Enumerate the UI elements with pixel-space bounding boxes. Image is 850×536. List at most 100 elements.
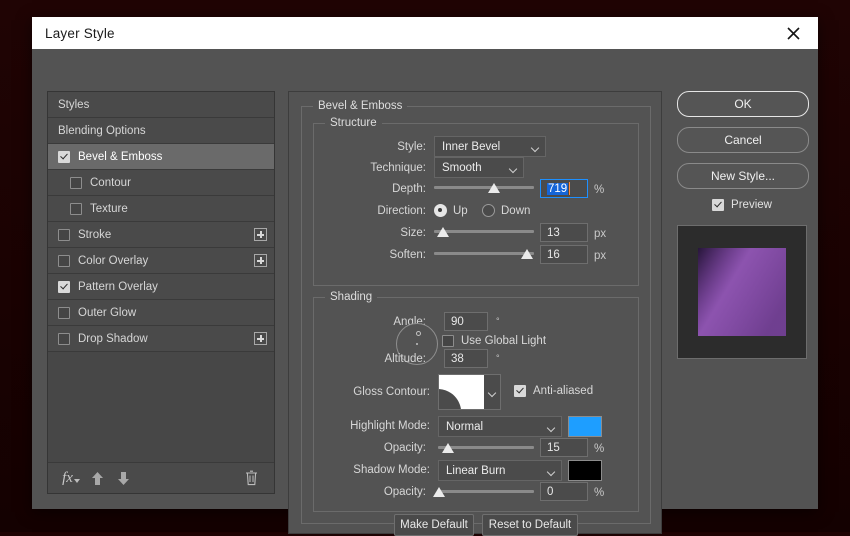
- size-label: Size:: [318, 222, 426, 244]
- checkbox-box: [712, 199, 724, 211]
- checkbox-box: [442, 335, 454, 347]
- highlight-color-swatch[interactable]: [568, 416, 602, 437]
- size-input[interactable]: 13: [540, 223, 588, 242]
- size-slider[interactable]: [434, 224, 534, 240]
- shadow-mode-select[interactable]: Linear Burn: [438, 460, 562, 481]
- direction-down-radio[interactable]: Down: [482, 204, 530, 217]
- gloss-contour-dropdown[interactable]: [484, 374, 501, 410]
- highlight-mode-value: Normal: [446, 421, 483, 433]
- sidebar-item-label: Bevel & Emboss: [78, 151, 162, 163]
- highlight-opacity-label: Opacity:: [318, 437, 426, 459]
- preview-label: Preview: [731, 199, 772, 211]
- add-stroke-icon[interactable]: [254, 228, 267, 241]
- dialog-body: Styles Blending Options Bevel & Emboss C…: [32, 49, 818, 509]
- style-select-value: Inner Bevel: [442, 141, 500, 153]
- shading-legend: Shading: [325, 291, 377, 303]
- delete-effect-icon[interactable]: [238, 467, 264, 489]
- size-slider-thumb[interactable]: [437, 227, 449, 237]
- sidebar-item-label: Blending Options: [58, 125, 146, 137]
- soften-slider[interactable]: [434, 246, 534, 262]
- technique-select-value: Smooth: [442, 162, 482, 174]
- direction-up-radio[interactable]: Up: [434, 204, 468, 217]
- sidebar-item-color-overlay[interactable]: Color Overlay: [48, 248, 274, 274]
- altitude-input[interactable]: 38: [444, 349, 488, 368]
- outer-glow-checkbox[interactable]: [58, 307, 70, 319]
- gloss-contour-preview[interactable]: [438, 374, 486, 410]
- soften-label: Soften:: [318, 244, 426, 266]
- altitude-unit: °: [496, 347, 500, 369]
- technique-select[interactable]: Smooth: [434, 157, 524, 178]
- pattern-overlay-checkbox[interactable]: [58, 281, 70, 293]
- angle-input[interactable]: 90: [444, 312, 488, 331]
- shading-fieldset: Shading Angle: 90 °: [313, 297, 639, 512]
- use-global-light-label: Use Global Light: [461, 335, 546, 347]
- sidebar-item-pattern-overlay[interactable]: Pattern Overlay: [48, 274, 274, 300]
- preview-checkbox[interactable]: Preview: [677, 199, 807, 211]
- bevel-emboss-panel: Bevel & Emboss Structure Style: Inner Be…: [288, 91, 662, 534]
- text-caret: [569, 182, 570, 195]
- sidebar-item-styles[interactable]: Styles: [48, 92, 274, 118]
- shadow-color-swatch[interactable]: [568, 460, 602, 481]
- fx-icon[interactable]: fx: [58, 467, 84, 489]
- highlight-opacity-thumb[interactable]: [442, 443, 454, 453]
- chevron-down-icon: [548, 469, 555, 473]
- highlight-opacity-slider[interactable]: [438, 440, 534, 456]
- checkbox-box: [514, 385, 526, 397]
- sidebar-item-texture[interactable]: Texture: [48, 196, 274, 222]
- depth-slider[interactable]: [434, 180, 534, 196]
- add-color-overlay-icon[interactable]: [254, 254, 267, 267]
- bevel-emboss-checkbox[interactable]: [58, 151, 70, 163]
- soften-slider-thumb[interactable]: [521, 249, 533, 259]
- gloss-contour-label: Gloss Contour:: [314, 381, 430, 403]
- use-global-light-checkbox[interactable]: Use Global Light: [442, 335, 546, 347]
- sidebar-item-bevel-emboss[interactable]: Bevel & Emboss: [48, 144, 274, 170]
- depth-input[interactable]: 719: [540, 179, 588, 198]
- shadow-opacity-input[interactable]: 0: [540, 482, 588, 501]
- move-down-icon[interactable]: [110, 467, 136, 489]
- preview-thumbnail-image: [698, 248, 786, 336]
- depth-slider-thumb[interactable]: [488, 183, 500, 193]
- move-up-icon[interactable]: [84, 467, 110, 489]
- contour-checkbox[interactable]: [70, 177, 82, 189]
- highlight-mode-label: Highlight Mode:: [310, 415, 430, 437]
- soften-input[interactable]: 16: [540, 245, 588, 264]
- size-unit: px: [594, 223, 606, 245]
- close-icon[interactable]: [776, 17, 810, 49]
- reset-to-default-button[interactable]: Reset to Default: [482, 514, 578, 536]
- sidebar-item-drop-shadow[interactable]: Drop Shadow: [48, 326, 274, 352]
- shadow-opacity-thumb[interactable]: [433, 487, 445, 497]
- shadow-opacity-unit: %: [594, 482, 604, 504]
- sidebar-item-label: Outer Glow: [78, 307, 136, 319]
- desktop-background: Layer Style Styles Blending Options: [0, 0, 850, 532]
- make-default-button[interactable]: Make Default: [394, 514, 474, 536]
- highlight-mode-select[interactable]: Normal: [438, 416, 562, 437]
- highlight-opacity-input[interactable]: 15: [540, 438, 588, 457]
- shadow-opacity-slider[interactable]: [438, 484, 534, 500]
- texture-checkbox[interactable]: [70, 203, 82, 215]
- soften-input-value: 16: [547, 249, 560, 261]
- highlight-opacity-unit: %: [594, 438, 604, 460]
- dialog-title: Layer Style: [45, 26, 115, 41]
- altitude-label: Altitude:: [318, 348, 426, 370]
- anti-aliased-checkbox[interactable]: Anti-aliased: [514, 385, 593, 397]
- stroke-checkbox[interactable]: [58, 229, 70, 241]
- add-drop-shadow-icon[interactable]: [254, 332, 267, 345]
- color-overlay-checkbox[interactable]: [58, 255, 70, 267]
- angle-input-value: 90: [451, 316, 464, 328]
- sidebar-item-outer-glow[interactable]: Outer Glow: [48, 300, 274, 326]
- sidebar-item-contour[interactable]: Contour: [48, 170, 274, 196]
- radio-dot: [434, 204, 447, 217]
- sidebar-item-label: Pattern Overlay: [78, 281, 158, 293]
- sidebar-item-label: Drop Shadow: [78, 333, 148, 345]
- cancel-button[interactable]: Cancel: [677, 127, 809, 153]
- anti-aliased-label: Anti-aliased: [533, 385, 593, 397]
- chevron-down-icon: [532, 145, 539, 149]
- sidebar-item-blending-options[interactable]: Blending Options: [48, 118, 274, 144]
- shadow-mode-value: Linear Burn: [446, 465, 505, 477]
- drop-shadow-checkbox[interactable]: [58, 333, 70, 345]
- sidebar-item-stroke[interactable]: Stroke: [48, 222, 274, 248]
- ok-button[interactable]: OK: [677, 91, 809, 117]
- new-style-button[interactable]: New Style...: [677, 163, 809, 189]
- preview-thumbnail-box: [677, 225, 807, 359]
- style-select[interactable]: Inner Bevel: [434, 136, 546, 157]
